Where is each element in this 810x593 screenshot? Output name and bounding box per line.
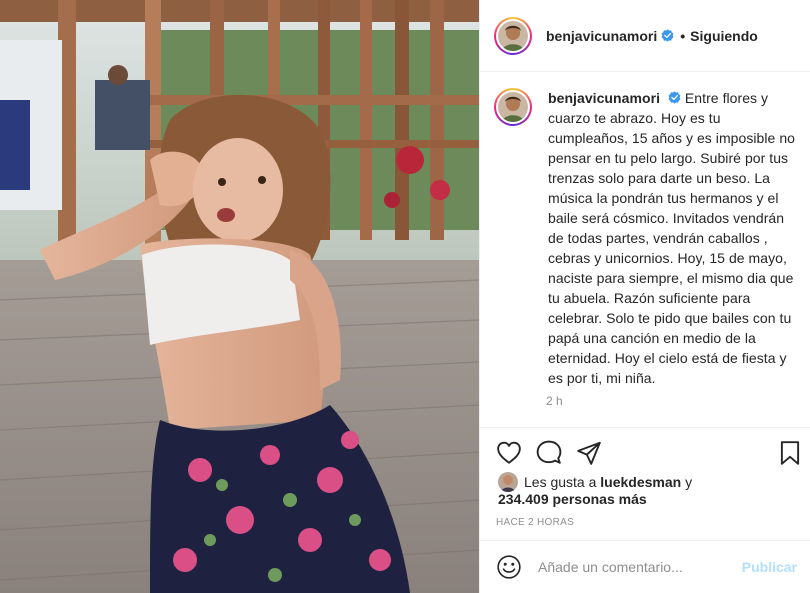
post-timestamp[interactable]: HACE 2 HORAS xyxy=(496,517,574,528)
caption-avatar[interactable] xyxy=(494,88,532,126)
caption: benjavicunamori Entre flores y cuarzo te… xyxy=(494,88,799,388)
share-icon[interactable] xyxy=(576,440,602,466)
post-photo[interactable] xyxy=(0,0,479,593)
post-image xyxy=(0,0,479,593)
verified-badge-icon xyxy=(661,29,674,42)
separator-dot: • xyxy=(680,27,686,44)
likes-count[interactable]: 234.409 personas más xyxy=(498,490,647,509)
caption-username[interactable]: benjavicunamori xyxy=(548,90,660,106)
liker-username[interactable]: luekdesman xyxy=(600,474,681,490)
caption-time-ago[interactable]: 2 h xyxy=(546,394,563,408)
following-button[interactable]: Siguiendo xyxy=(690,28,758,44)
comment-input[interactable] xyxy=(538,559,738,575)
liker-avatar-image xyxy=(498,472,518,492)
heart-icon[interactable] xyxy=(496,440,522,466)
likes-prefix: Les gusta a xyxy=(524,474,597,490)
avatar-image xyxy=(498,20,528,51)
author-username[interactable]: benjavicunamori xyxy=(546,28,657,44)
caption-verified-badge-icon xyxy=(668,91,681,104)
caption-avatar-image xyxy=(498,92,528,122)
post-container: benjavicunamori • Siguiendo benjavicunam… xyxy=(0,0,810,593)
comment-icon[interactable] xyxy=(536,440,562,466)
caption-body: Entre flores y cuarzo te abrazo. Hoy es … xyxy=(548,90,795,386)
comment-form: Publicar xyxy=(480,540,810,593)
author-avatar[interactable] xyxy=(494,16,532,55)
liker-avatar[interactable] xyxy=(498,472,518,492)
post-header: benjavicunamori • Siguiendo xyxy=(480,0,810,72)
likes-conjunction: y xyxy=(685,474,693,490)
emoji-icon[interactable] xyxy=(496,554,522,580)
action-bar xyxy=(480,427,810,477)
caption-text: benjavicunamori Entre flores y cuarzo te… xyxy=(548,88,796,388)
post-sidebar: benjavicunamori • Siguiendo benjavicunam… xyxy=(479,0,810,593)
bookmark-icon[interactable] xyxy=(777,440,803,466)
publish-button[interactable]: Publicar xyxy=(742,559,797,575)
